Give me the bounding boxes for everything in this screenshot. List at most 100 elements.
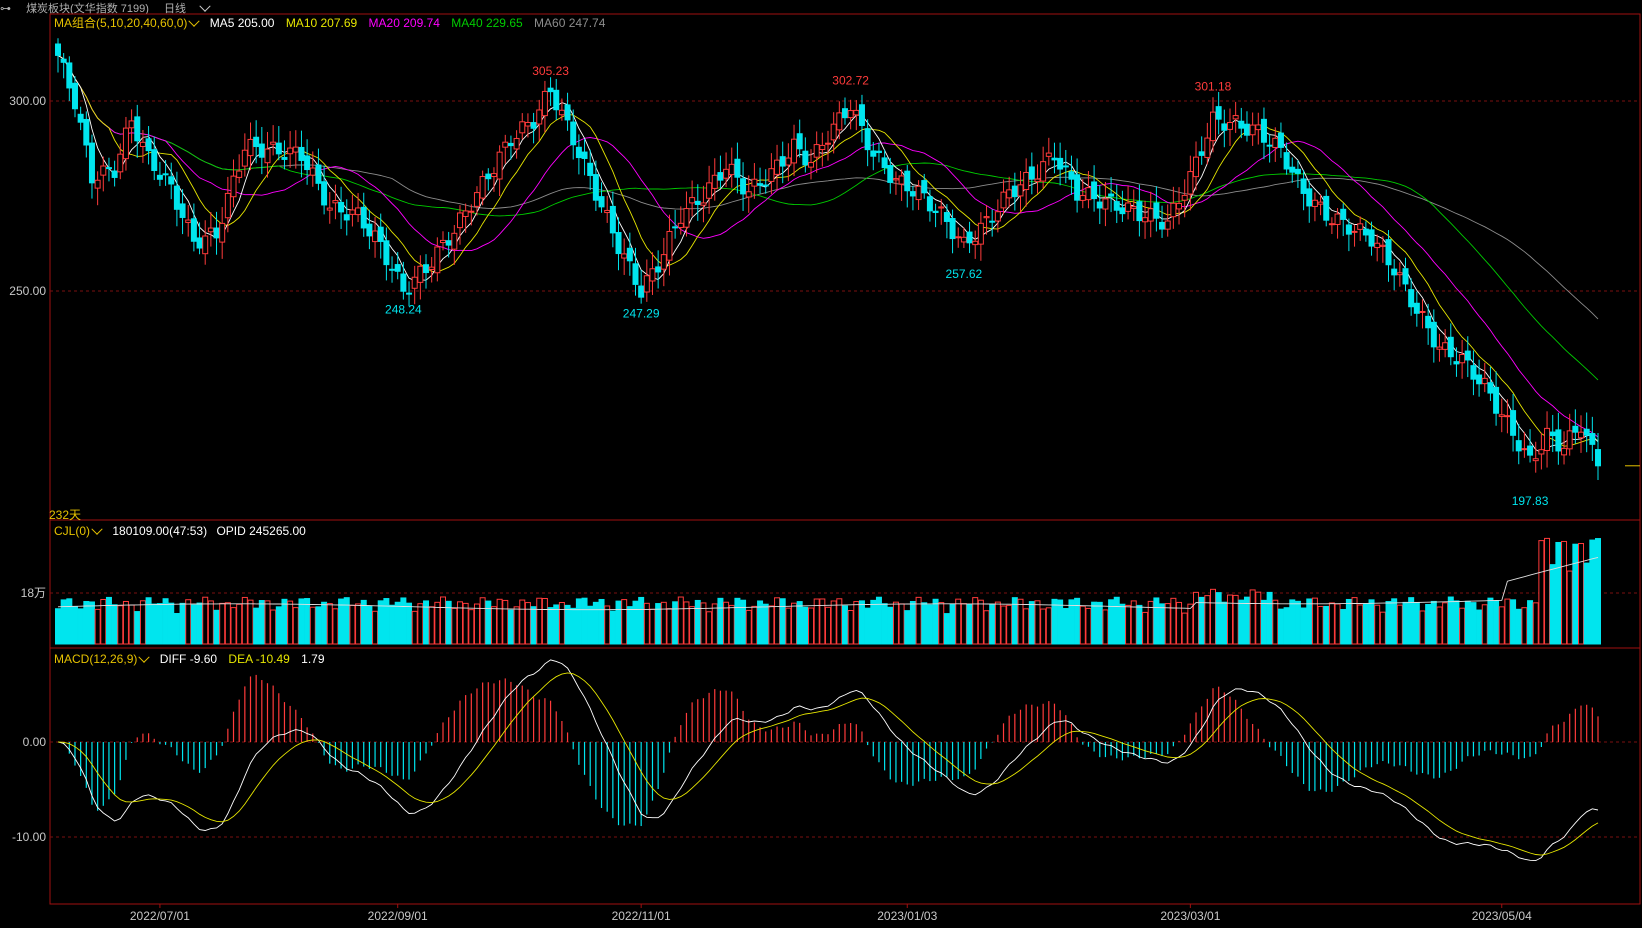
volume-bar-down bbox=[366, 605, 373, 645]
candle-up bbox=[462, 210, 469, 218]
volume-bar-up bbox=[1521, 607, 1528, 645]
candle-up bbox=[791, 138, 798, 164]
volume-bar-down bbox=[858, 600, 865, 645]
volume-bar-up bbox=[785, 607, 792, 645]
volume-bar-down bbox=[253, 607, 260, 645]
candle-up bbox=[1532, 458, 1539, 462]
candle-down bbox=[1368, 229, 1375, 247]
volume-bar-down bbox=[1266, 591, 1273, 645]
candle-down bbox=[66, 62, 73, 89]
volume-bar-down bbox=[638, 596, 645, 645]
volume-bar-down bbox=[1487, 597, 1494, 645]
volume-bar-down bbox=[111, 604, 118, 645]
candle-down bbox=[366, 223, 373, 237]
candle-down bbox=[740, 178, 747, 195]
volume-bar-down bbox=[796, 601, 803, 645]
candle-down bbox=[1113, 201, 1120, 211]
candle-up bbox=[309, 167, 316, 176]
volume-bar-down bbox=[989, 604, 996, 645]
candle-down bbox=[1277, 132, 1284, 148]
volume-bar-up bbox=[1561, 540, 1568, 645]
volume-bar-up bbox=[513, 606, 520, 645]
volume-bar-down bbox=[1215, 592, 1222, 645]
candle-down bbox=[575, 146, 582, 159]
candle-up bbox=[1396, 272, 1403, 276]
volume-bar-down bbox=[1368, 599, 1375, 645]
candle-up bbox=[1311, 199, 1318, 207]
candle-down bbox=[1108, 193, 1115, 197]
volume-bar-down bbox=[547, 607, 554, 645]
volume-bar-up bbox=[960, 603, 967, 645]
kline-chart[interactable]: 300.00 250.00 305.23 302.72 301.18 248.24 247.… bbox=[0, 0, 1642, 928]
candle-down bbox=[275, 142, 282, 155]
candle-down bbox=[71, 82, 78, 110]
volume-bar-up bbox=[479, 597, 486, 645]
candle-up bbox=[1079, 195, 1086, 201]
chevron-down-icon[interactable] bbox=[138, 651, 151, 663]
candle-up bbox=[1328, 223, 1335, 226]
price-tick-label: 300.00 bbox=[9, 94, 46, 108]
volume-bar-down bbox=[592, 601, 599, 645]
macd-legend-label[interactable]: MACD(12,26,9) bbox=[54, 652, 137, 666]
volume-bar-down bbox=[83, 600, 90, 645]
volume-bar-down bbox=[802, 606, 809, 645]
price-tick-label: 250.00 bbox=[9, 284, 46, 298]
volume-bar-up bbox=[689, 606, 696, 645]
volume-bar-up bbox=[621, 599, 628, 645]
volume-bar-up bbox=[541, 598, 548, 645]
chevron-down-icon[interactable] bbox=[91, 523, 103, 535]
volume-bar-down bbox=[1447, 596, 1454, 645]
volume-bar-up bbox=[1255, 591, 1262, 645]
candle-up bbox=[1226, 122, 1233, 130]
candle-down bbox=[926, 196, 933, 212]
chevron-down-icon[interactable] bbox=[188, 15, 201, 27]
candle-up bbox=[332, 200, 339, 204]
candle-down bbox=[1294, 168, 1301, 174]
candle-down bbox=[304, 155, 311, 171]
candle-up bbox=[1374, 242, 1381, 249]
candle-up bbox=[1085, 187, 1092, 201]
volume-bar-up bbox=[372, 610, 379, 645]
volume-bar-up bbox=[1079, 605, 1086, 645]
candle-up bbox=[621, 253, 628, 259]
volume-bar-down bbox=[105, 596, 112, 645]
volume-bar-down bbox=[1385, 601, 1392, 645]
volume-bar-down bbox=[1113, 596, 1120, 645]
volume-bar-up bbox=[774, 597, 781, 645]
candle-up bbox=[292, 146, 299, 153]
volume-bar-down bbox=[1470, 602, 1477, 645]
candle-up bbox=[808, 162, 815, 168]
candle-down bbox=[196, 237, 203, 249]
candle-down bbox=[881, 157, 888, 169]
candle-down bbox=[1447, 336, 1454, 358]
volume-bar-down bbox=[507, 609, 514, 645]
candle-up bbox=[728, 163, 735, 176]
days-count-label: 232天 bbox=[49, 508, 82, 522]
candle-down bbox=[632, 263, 639, 285]
candle-up bbox=[411, 276, 418, 289]
volume-bar-down bbox=[1243, 596, 1250, 645]
macd-legend: MACD(12,26,9) DIFF -9.60 DEA -10.49 1.79 bbox=[54, 651, 325, 666]
candle-down bbox=[615, 232, 622, 255]
volume-legend-label[interactable]: CJL(0) bbox=[54, 524, 90, 538]
volume-bar-up bbox=[1351, 597, 1358, 645]
volume-bar-up bbox=[1045, 607, 1052, 645]
extreme-label-high: 302.72 bbox=[832, 74, 869, 88]
volume-bar-down bbox=[949, 603, 956, 645]
candle-down bbox=[598, 196, 605, 208]
candle-up bbox=[230, 175, 237, 198]
volume-bar-up bbox=[892, 601, 899, 645]
ma10-value: MA10 207.69 bbox=[285, 16, 358, 30]
candle-up bbox=[1006, 189, 1013, 199]
candle-up bbox=[825, 142, 831, 145]
ma-legend-label[interactable]: MA组合(5,10,20,40,60,0) bbox=[54, 16, 187, 30]
macd-value: 1.79 bbox=[301, 652, 325, 666]
volume-bar-down bbox=[377, 600, 384, 645]
volume-bar-down bbox=[1572, 543, 1579, 645]
volume-bar-down bbox=[485, 600, 492, 645]
candle-down bbox=[802, 150, 809, 166]
candle-down bbox=[1527, 445, 1534, 456]
volume-bar-up bbox=[1017, 598, 1024, 645]
dea-line bbox=[57, 672, 1599, 856]
candle-up bbox=[1130, 206, 1137, 209]
